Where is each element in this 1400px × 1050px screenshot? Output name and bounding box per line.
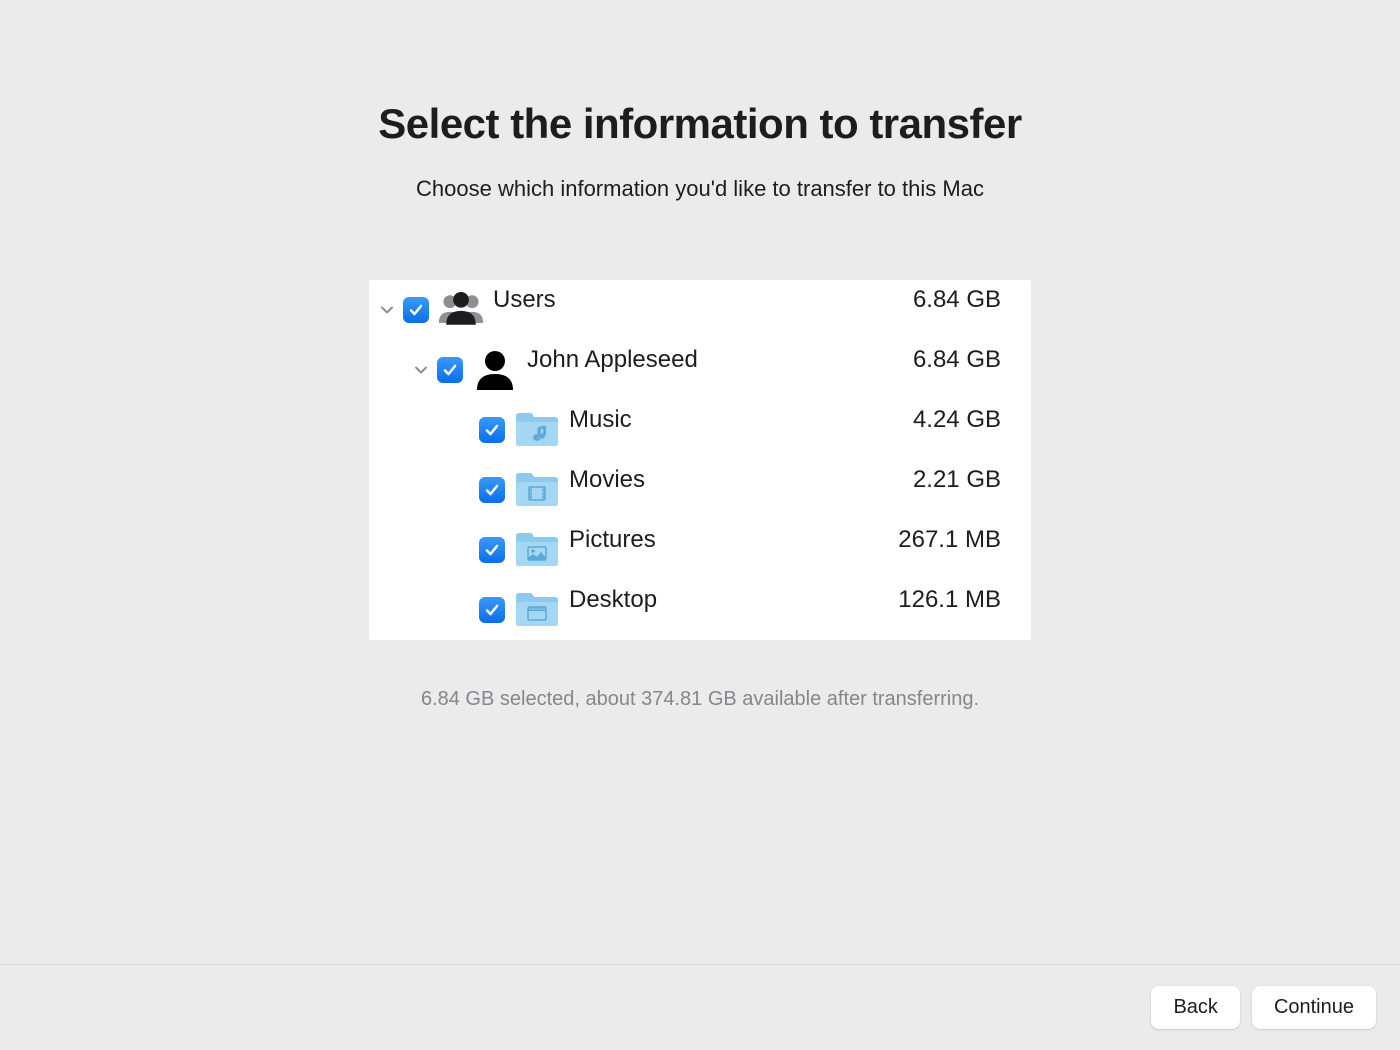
tree-row-movies[interactable]: Movies 2.21 GB bbox=[369, 460, 1031, 520]
person-icon bbox=[471, 346, 519, 394]
page-title: Select the information to transfer bbox=[378, 100, 1021, 148]
pictures-folder-icon bbox=[513, 526, 561, 574]
back-button[interactable]: Back bbox=[1151, 986, 1239, 1029]
tree-row-user[interactable]: John Appleseed 6.84 GB bbox=[369, 340, 1031, 400]
tree-row-pictures[interactable]: Pictures 267.1 MB bbox=[369, 520, 1031, 580]
row-label: Movies bbox=[569, 460, 913, 494]
transfer-tree: Users 6.84 GB John Appleseed 6 bbox=[369, 280, 1031, 640]
chevron-down-icon[interactable] bbox=[379, 302, 395, 318]
continue-button[interactable]: Continue bbox=[1252, 986, 1376, 1029]
checkbox-user[interactable] bbox=[437, 357, 463, 383]
row-size: 267.1 MB bbox=[898, 520, 1013, 554]
row-label: Music bbox=[569, 400, 913, 434]
row-label: John Appleseed bbox=[527, 340, 913, 374]
status-text: 6.84 GB selected, about 374.81 GB availa… bbox=[421, 688, 979, 711]
row-size: 2.21 GB bbox=[913, 460, 1013, 494]
tree-row-desktop[interactable]: Desktop 126.1 MB bbox=[369, 580, 1031, 640]
row-size: 4.24 GB bbox=[913, 400, 1013, 434]
movies-folder-icon bbox=[513, 466, 561, 514]
tree-row-music[interactable]: Music 4.24 GB bbox=[369, 400, 1031, 460]
checkbox-music[interactable] bbox=[479, 417, 505, 443]
footer: Back Continue bbox=[0, 964, 1400, 1050]
main-content: Select the information to transfer Choos… bbox=[0, 0, 1400, 964]
checkbox-desktop[interactable] bbox=[479, 597, 505, 623]
row-label: Pictures bbox=[569, 520, 898, 554]
migration-assistant-window: Select the information to transfer Choos… bbox=[0, 0, 1400, 1050]
checkbox-pictures[interactable] bbox=[479, 537, 505, 563]
users-group-icon bbox=[437, 286, 485, 334]
row-size: 6.84 GB bbox=[913, 280, 1013, 314]
checkbox-movies[interactable] bbox=[479, 477, 505, 503]
page-subtitle: Choose which information you'd like to t… bbox=[416, 176, 984, 202]
row-label: Desktop bbox=[569, 580, 898, 614]
chevron-down-icon[interactable] bbox=[413, 362, 429, 378]
row-size: 6.84 GB bbox=[913, 340, 1013, 374]
desktop-folder-icon bbox=[513, 586, 561, 634]
tree-row-users[interactable]: Users 6.84 GB bbox=[369, 280, 1031, 340]
row-size: 126.1 MB bbox=[898, 580, 1013, 614]
row-label: Users bbox=[493, 280, 913, 314]
music-folder-icon bbox=[513, 406, 561, 454]
checkbox-users[interactable] bbox=[403, 297, 429, 323]
